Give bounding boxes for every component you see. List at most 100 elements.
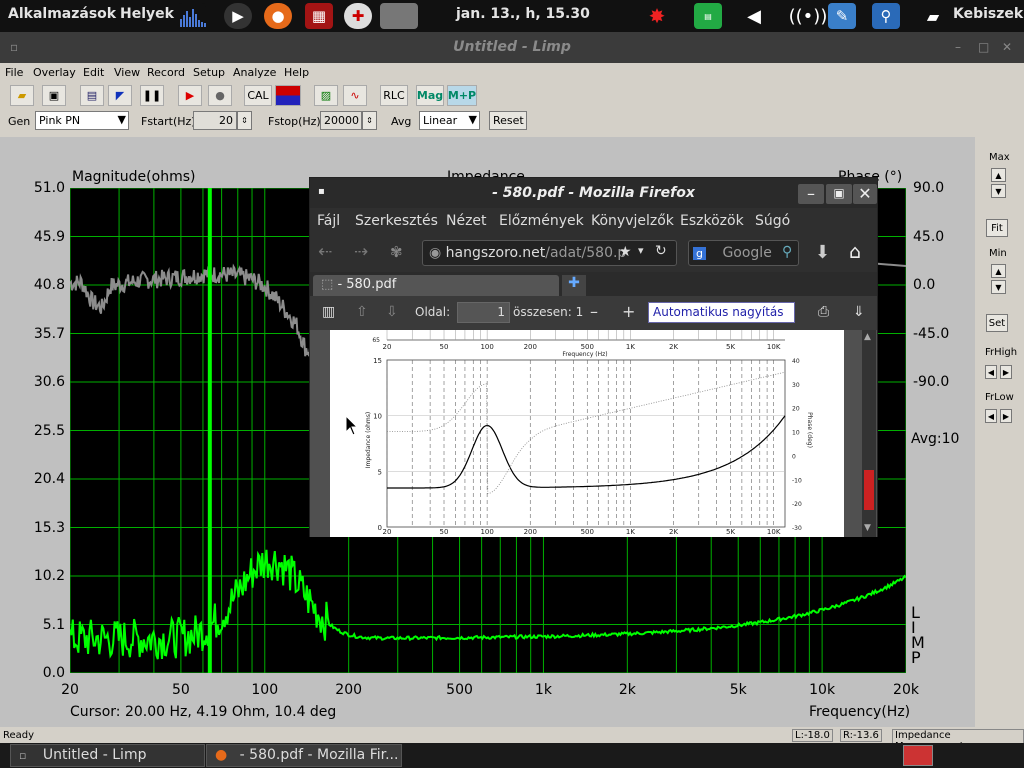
close-button[interactable]: ✕ (853, 184, 877, 204)
fstop-input[interactable]: 20000 (320, 111, 362, 130)
reset-button[interactable]: Reset (489, 111, 527, 130)
firefox-launcher-icon[interactable]: ● (264, 3, 292, 29)
taskbar-item-firefox[interactable]: ● - 580.pdf - Mozilla Fir... (206, 744, 402, 767)
menu-record[interactable]: Record (147, 66, 185, 79)
limp-titlebar[interactable]: ▫ Untitled - Limp – □ ✕ (0, 32, 1024, 63)
gen-select[interactable]: Pink PN ▼ (35, 111, 129, 130)
update-notifier-icon[interactable]: ✸ (643, 3, 671, 29)
bluetooth-icon[interactable]: ✎ (828, 3, 856, 29)
min-up-button[interactable]: ▲ (991, 264, 1006, 278)
copy-icon[interactable]: ▤ (80, 85, 104, 106)
minimize-button[interactable]: – (798, 184, 824, 204)
limp-launcher-icon[interactable]: ▦ (305, 3, 333, 29)
frlow-left-button[interactable]: ◀ (985, 409, 997, 423)
pause-button[interactable]: ❚❚ (140, 85, 164, 106)
pdf-viewer[interactable]: 20 50 100 200 500 1K 2K 5K 10K Frequency (Hz) 65 20… (310, 330, 877, 537)
places-menu[interactable]: Helyek (120, 6, 174, 22)
sidebar-toggle-icon[interactable]: ▥ (322, 304, 335, 320)
color-icon[interactable] (275, 85, 301, 106)
fstart-stepper[interactable]: ⇕ (237, 111, 252, 130)
menu-fajl[interactable]: Fájl (317, 213, 340, 229)
menu-szerkesztes[interactable]: Szerkesztés (355, 213, 438, 229)
play-button[interactable]: ▶ (178, 85, 202, 106)
search-input[interactable]: g Google ⚲ (688, 240, 799, 266)
menu-file[interactable]: File (5, 66, 23, 79)
network-icon[interactable]: ((•)) (789, 3, 828, 29)
menu-edit[interactable]: Edit (83, 66, 104, 79)
fstop-stepper[interactable]: ⇕ (362, 111, 377, 130)
menu-help[interactable]: Help (284, 66, 309, 79)
applications-menu[interactable]: Alkalmazások (8, 6, 116, 22)
wave-icon[interactable]: ∿ (343, 85, 367, 106)
chevron-down-icon[interactable]: ▾ (638, 244, 644, 257)
taskbar-item-limp[interactable]: ▫ Untitled - Limp (10, 744, 205, 767)
maximize-button[interactable]: □ (978, 40, 989, 54)
search-icon[interactable]: ⚲ (782, 244, 792, 260)
menu-overlay[interactable]: Overlay (33, 66, 76, 79)
page-number-input[interactable]: 1 (457, 302, 510, 323)
firefox-titlebar[interactable]: ▪ - 580.pdf - Mozilla Firefox – ▣ ✕ (310, 178, 877, 208)
menu-nezet[interactable]: Nézet (446, 213, 487, 229)
open-icon[interactable]: ▰ (10, 85, 34, 106)
menu-setup[interactable]: Setup (193, 66, 225, 79)
forward-icon[interactable]: ⇢ (354, 242, 368, 262)
maximize-button[interactable]: ▣ (826, 184, 852, 204)
frhigh-left-button[interactable]: ◀ (985, 365, 997, 379)
scroll-up-icon[interactable]: ▲ (864, 332, 871, 342)
menu-sugo[interactable]: Súgó (755, 213, 790, 229)
overlay-icon[interactable]: ◤ (108, 85, 132, 106)
frlow-right-button[interactable]: ▶ (1000, 409, 1012, 423)
frhigh-right-button[interactable]: ▶ (1000, 365, 1012, 379)
mag-phase-button[interactable]: M+P (447, 85, 477, 106)
menu-elozmenyek[interactable]: Előzmények (499, 213, 584, 229)
set-button[interactable]: Set (986, 314, 1008, 332)
close-button[interactable]: ✕ (1002, 40, 1012, 54)
max-up-button[interactable]: ▲ (991, 168, 1006, 182)
show-desktop-icon[interactable] (903, 745, 933, 766)
print-icon[interactable]: ⎙ (818, 304, 829, 320)
menu-view[interactable]: View (114, 66, 140, 79)
zoom-select[interactable]: Automatikus nagyítás (648, 302, 795, 323)
home-icon[interactable]: ⌂ (849, 241, 861, 263)
media-player-icon[interactable]: ▶ (224, 3, 252, 29)
back-icon[interactable]: ⇠ (318, 242, 332, 262)
clock[interactable]: jan. 13., h, 15.30 (456, 6, 590, 22)
rlc-button[interactable]: RLC (380, 85, 408, 106)
bookmark-star-icon[interactable]: ★ (619, 244, 632, 260)
addon-icon[interactable]: ✾ (390, 243, 403, 261)
next-page-icon[interactable]: ⇩ (386, 304, 398, 320)
workspace-switcher[interactable] (380, 3, 418, 29)
fit-button[interactable]: Fit (986, 219, 1008, 237)
zoom-out-button[interactable]: – (590, 302, 598, 321)
battery-monitor-icon[interactable]: ▤ (694, 3, 722, 29)
prev-page-icon[interactable]: ⇧ (356, 304, 368, 320)
reload-icon[interactable]: ↻ (655, 243, 667, 259)
record-button[interactable]: ● (208, 85, 232, 106)
search-tool-icon[interactable]: ⚲ (872, 3, 900, 29)
menu-analyze[interactable]: Analyze (233, 66, 276, 79)
min-down-button[interactable]: ▼ (991, 280, 1006, 294)
chat-icon[interactable]: ▰ (922, 3, 944, 29)
max-down-button[interactable]: ▼ (991, 184, 1006, 198)
help-lifebuoy-icon[interactable]: ✚ (344, 3, 372, 29)
tab-580-pdf[interactable]: ⬚ - 580.pdf (313, 275, 559, 296)
zoom-in-button[interactable]: + (622, 302, 635, 321)
new-tab-button[interactable]: ✚ (562, 275, 586, 296)
volume-icon[interactable]: ◀ (740, 3, 768, 29)
menu-konyvjelzok[interactable]: Könyvjelzők (591, 213, 674, 229)
mag-button[interactable]: Mag (416, 85, 444, 106)
download-icon[interactable]: ⬇ (815, 242, 830, 263)
minimize-button[interactable]: – (955, 40, 961, 54)
system-monitor-icon[interactable] (178, 3, 206, 29)
avg-select[interactable]: Linear ▼ (419, 111, 480, 130)
save-icon[interactable]: ▣ (42, 85, 66, 106)
scroll-thumb[interactable] (864, 470, 874, 510)
user-menu[interactable]: Kebiszek (953, 6, 1023, 22)
menu-eszkozok[interactable]: Eszközök (680, 213, 744, 229)
url-bar[interactable]: ◉ hangszoro.net/adat/580.p ★ ▾ ↻ (422, 240, 677, 266)
download-pdf-icon[interactable]: ⇓ (853, 304, 865, 320)
grid-icon[interactable]: ▨ (314, 85, 338, 106)
scroll-down-icon[interactable]: ▼ (864, 523, 871, 533)
fstart-input[interactable]: 20 (193, 111, 237, 130)
pdf-scrollbar[interactable]: ▲ ▼ (862, 330, 876, 537)
